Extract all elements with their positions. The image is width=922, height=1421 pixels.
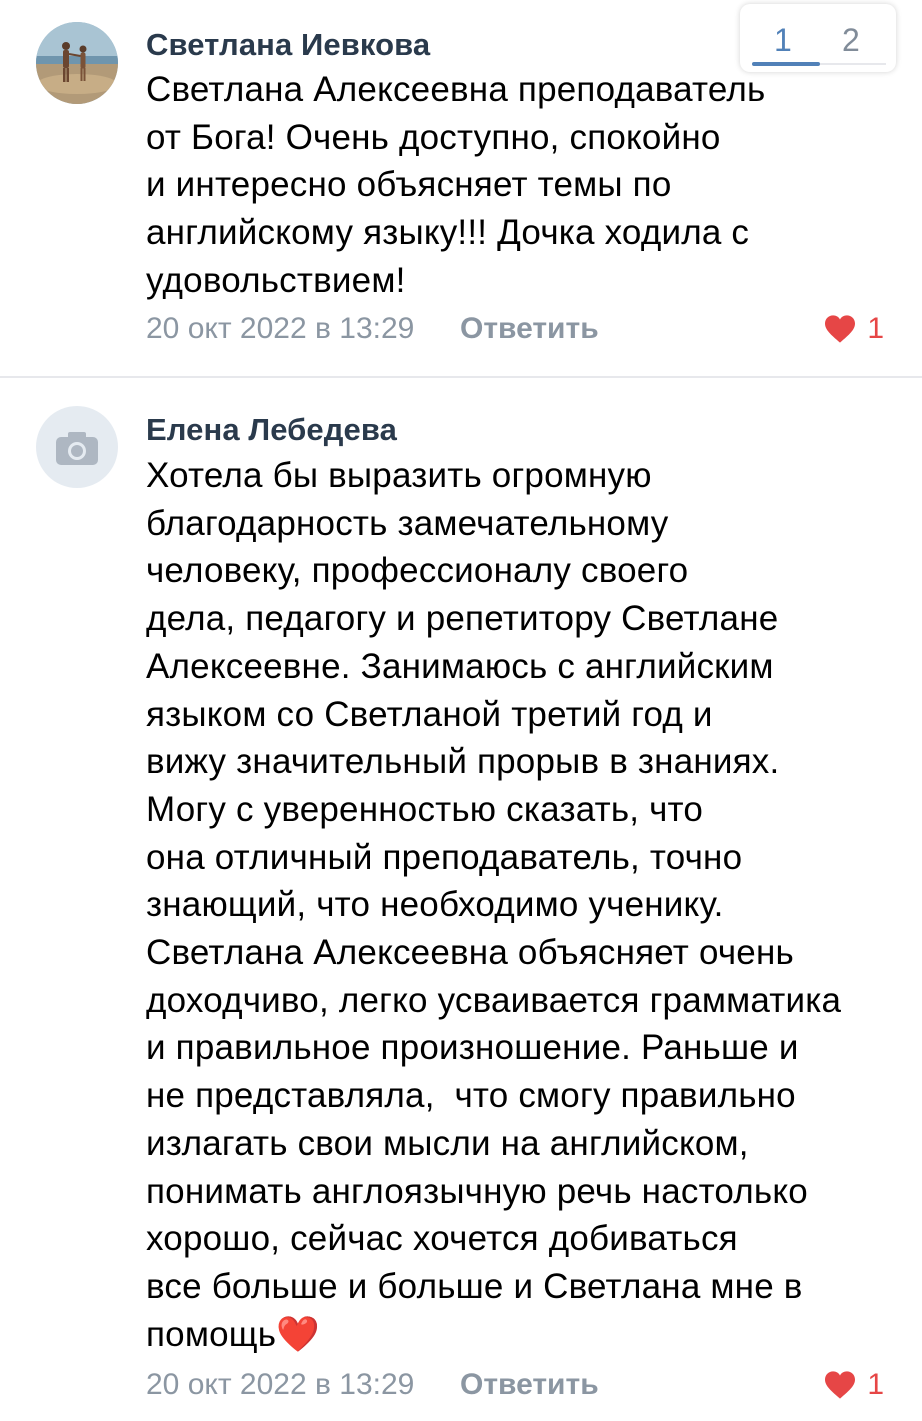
like-button[interactable]: 1 xyxy=(823,312,884,346)
like-count: 1 xyxy=(867,312,884,345)
user-avatar[interactable] xyxy=(36,406,118,488)
like-button[interactable]: 1 xyxy=(823,1368,884,1402)
beach-photo-avatar-icon xyxy=(36,22,118,104)
page-tab-2[interactable]: 2 xyxy=(842,22,860,59)
reply-button[interactable]: Ответить xyxy=(460,312,599,346)
comment-date: 20 окт 2022 в 13:29 xyxy=(146,312,415,345)
page-tab-1[interactable]: 1 xyxy=(774,22,792,59)
pagination-tabs: 1 2 xyxy=(740,4,896,72)
comment-text: Хотела бы выразить огромную благодарност… xyxy=(146,452,841,1359)
comment-date: 20 окт 2022 в 13:29 xyxy=(146,1368,415,1401)
comment-author[interactable]: Светлана Иевкова xyxy=(146,27,430,63)
user-avatar[interactable] xyxy=(36,22,118,104)
like-count: 1 xyxy=(867,1368,884,1401)
heart-icon xyxy=(825,1371,856,1399)
comment-text-body: Хотела бы выразить огромную благодарност… xyxy=(146,456,842,1354)
comment-author[interactable]: Елена Лебедева xyxy=(146,412,397,448)
comment-text: Светлана Алексеевна преподаватель от Бог… xyxy=(146,70,766,300)
heart-emoji: ❤️ xyxy=(276,1314,320,1355)
heart-icon xyxy=(825,315,856,343)
camera-placeholder-icon xyxy=(56,432,98,465)
reply-button[interactable]: Ответить xyxy=(460,1368,599,1402)
comment-divider xyxy=(0,376,922,378)
tab-divider xyxy=(820,63,886,65)
